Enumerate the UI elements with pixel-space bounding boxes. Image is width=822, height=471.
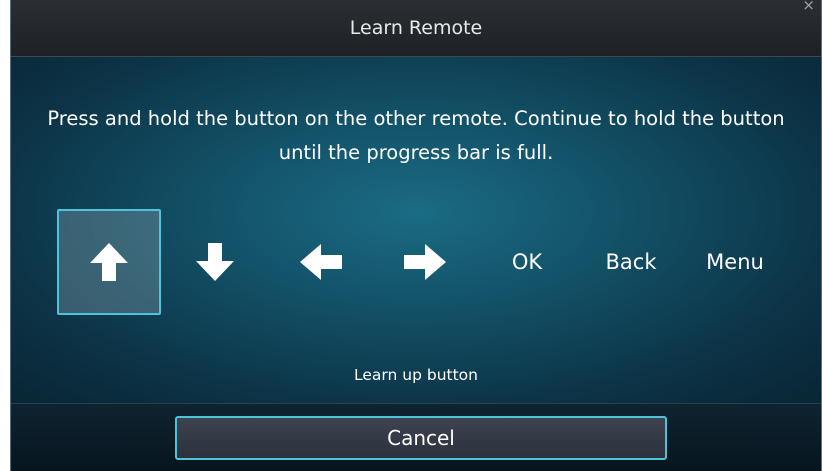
title-bar: Learn Remote × — [11, 0, 821, 57]
key-menu[interactable]: Menu — [683, 209, 787, 315]
key-up[interactable] — [57, 209, 161, 315]
close-icon[interactable]: × — [802, 0, 815, 14]
key-back[interactable]: Back — [579, 209, 683, 315]
learn-remote-dialog: Learn Remote × Press and hold the button… — [10, 0, 822, 471]
bottom-bar: Cancel — [11, 403, 821, 471]
key-menu-label: Menu — [706, 250, 764, 274]
arrow-right-icon — [404, 244, 446, 280]
arrow-left-icon — [300, 244, 342, 280]
arrow-up-icon — [90, 243, 128, 281]
key-down[interactable] — [163, 209, 267, 315]
key-left[interactable] — [269, 209, 373, 315]
cancel-button-label: Cancel — [387, 426, 455, 450]
key-ok-label: OK — [511, 250, 543, 274]
key-back-label: Back — [605, 250, 657, 274]
key-right[interactable] — [373, 209, 477, 315]
key-ok[interactable]: OK — [475, 209, 579, 315]
cancel-button[interactable]: Cancel — [175, 416, 667, 460]
instructions-text: Press and hold the button on the other r… — [47, 107, 785, 164]
status-text: Learn up button — [354, 366, 478, 384]
dialog-title: Learn Remote — [349, 17, 483, 39]
arrow-down-icon — [196, 243, 234, 281]
